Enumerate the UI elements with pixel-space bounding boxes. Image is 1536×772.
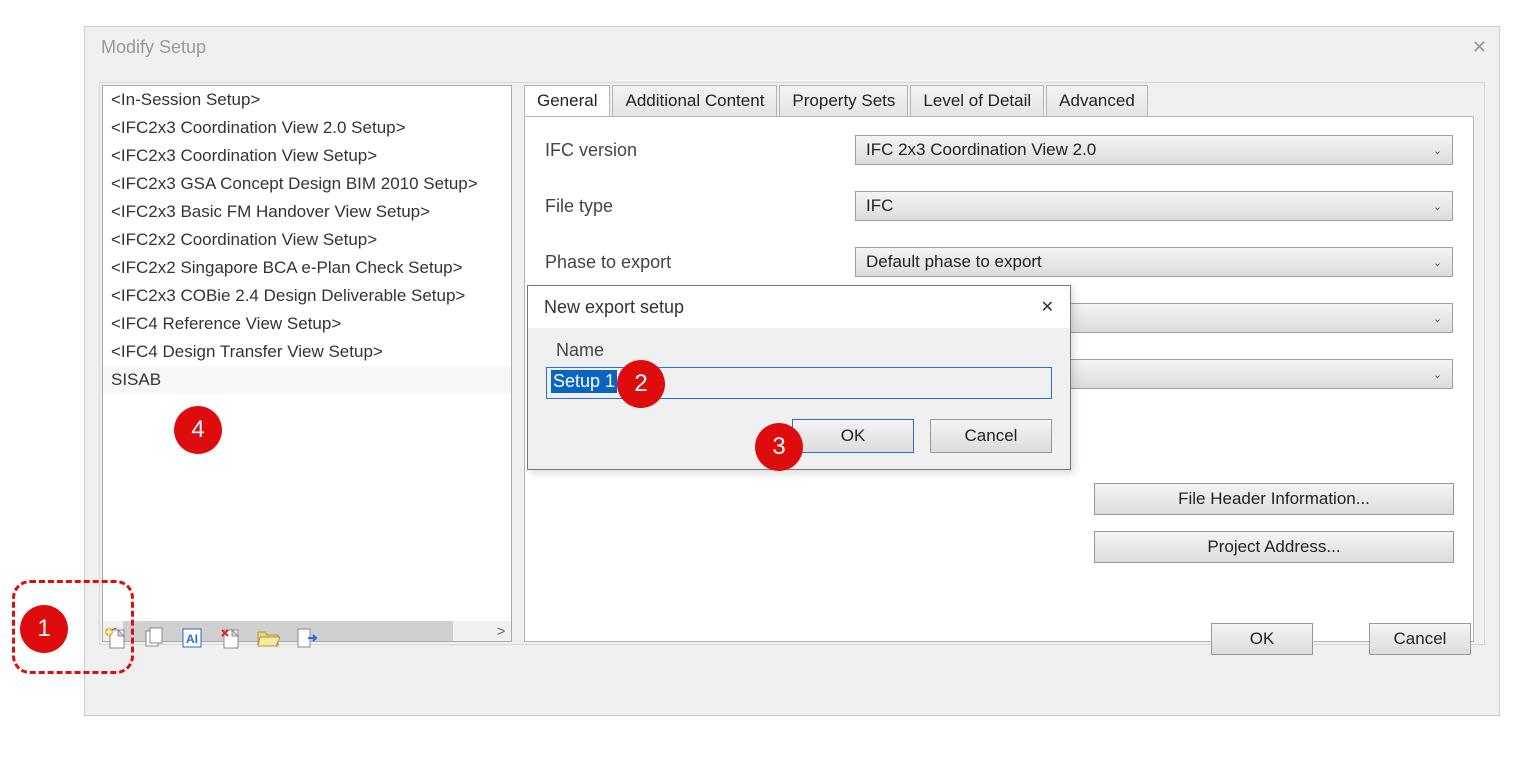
annotation-4: 4 <box>174 406 222 454</box>
popup-title: New export setup <box>544 297 684 318</box>
titlebar: Modify Setup ✕ <box>85 27 1499 67</box>
ok-button[interactable]: OK <box>1211 623 1313 655</box>
setup-item[interactable]: <IFC4 Reference View Setup> <box>103 310 511 338</box>
popup-ok-button[interactable]: OK <box>792 419 914 453</box>
ifc-version-label: IFC version <box>545 140 855 161</box>
scroll-right-icon[interactable]: > <box>491 623 511 640</box>
setup-item[interactable]: <IFC4 Design Transfer View Setup> <box>103 338 511 366</box>
chevron-down-icon: ⌄ <box>1433 312 1442 325</box>
setup-item[interactable]: <IFC2x2 Coordination View Setup> <box>103 226 511 254</box>
file-header-info-button[interactable]: File Header Information... <box>1094 483 1454 515</box>
chevron-down-icon: ⌄ <box>1433 144 1442 157</box>
setup-toolbar: AI <box>103 625 319 651</box>
popup-titlebar: New export setup ✕ <box>528 286 1070 328</box>
duplicate-setup-icon[interactable] <box>141 625 167 651</box>
annotation-3: 3 <box>755 423 803 471</box>
tab-additional-content[interactable]: Additional Content <box>612 85 777 116</box>
cancel-button[interactable]: Cancel <box>1369 623 1471 655</box>
popup-close-icon[interactable]: ✕ <box>1041 297 1054 317</box>
setup-item[interactable]: <In-Session Setup> <box>103 86 511 114</box>
export-setup-icon[interactable] <box>293 625 319 651</box>
rename-setup-icon[interactable]: AI <box>179 625 205 651</box>
popup-name-label: Name <box>546 340 1052 361</box>
setup-item[interactable]: <IFC2x3 Coordination View 2.0 Setup> <box>103 114 511 142</box>
ifc-version-select[interactable]: IFC 2x3 Coordination View 2.0 ⌄ <box>855 135 1453 165</box>
popup-cancel-button[interactable]: Cancel <box>930 419 1052 453</box>
tab-level-of-detail[interactable]: Level of Detail <box>910 85 1044 116</box>
setup-item[interactable]: <IFC2x3 GSA Concept Design BIM 2010 Setu… <box>103 170 511 198</box>
dialog-title: Modify Setup <box>101 37 206 58</box>
close-icon[interactable]: ✕ <box>1472 37 1487 58</box>
popup-name-value: Setup 1 <box>551 370 617 393</box>
svg-text:AI: AI <box>186 632 198 646</box>
setup-list: <In-Session Setup> <IFC2x3 Coordination … <box>102 85 512 642</box>
tab-strip: General Additional Content Property Sets… <box>524 85 1474 116</box>
chevron-down-icon: ⌄ <box>1433 256 1442 269</box>
setup-list-items: <In-Session Setup> <IFC2x3 Coordination … <box>103 86 511 621</box>
annotation-2: 2 <box>617 360 665 408</box>
file-type-value: IFC <box>866 196 893 216</box>
footer-buttons: OK Cancel <box>1211 623 1471 655</box>
delete-setup-icon[interactable] <box>217 625 243 651</box>
ifc-version-value: IFC 2x3 Coordination View 2.0 <box>866 140 1096 160</box>
annotation-1: 1 <box>20 605 68 653</box>
tab-advanced[interactable]: Advanced <box>1046 85 1148 116</box>
setup-item[interactable]: <IFC2x3 Coordination View Setup> <box>103 142 511 170</box>
chevron-down-icon: ⌄ <box>1433 200 1442 213</box>
setup-item[interactable]: <IFC2x2 Singapore BCA e-Plan Check Setup… <box>103 254 511 282</box>
phase-select[interactable]: Default phase to export ⌄ <box>855 247 1453 277</box>
file-type-select[interactable]: IFC ⌄ <box>855 191 1453 221</box>
phase-value: Default phase to export <box>866 252 1042 272</box>
setup-item[interactable]: <IFC2x3 Basic FM Handover View Setup> <box>103 198 511 226</box>
setup-item-selected[interactable]: SISAB <box>103 366 511 394</box>
chevron-down-icon: ⌄ <box>1433 368 1442 381</box>
tab-general[interactable]: General <box>524 85 610 116</box>
project-address-button[interactable]: Project Address... <box>1094 531 1454 563</box>
phase-label: Phase to export <box>545 252 855 273</box>
file-type-label: File type <box>545 196 855 217</box>
setup-item[interactable]: <IFC2x3 COBie 2.4 Design Deliverable Set… <box>103 282 511 310</box>
open-folder-icon[interactable] <box>255 625 281 651</box>
tab-property-sets[interactable]: Property Sets <box>779 85 908 116</box>
side-buttons: File Header Information... Project Addre… <box>1094 483 1454 563</box>
